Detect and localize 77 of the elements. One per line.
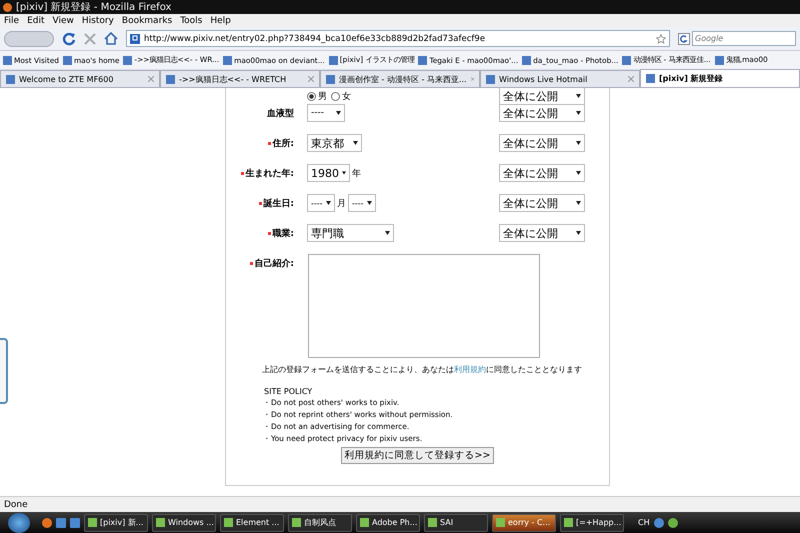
dropdown[interactable]: ---- (307, 194, 335, 212)
caret-icon (576, 94, 581, 98)
menu-item[interactable]: Tools (180, 16, 202, 26)
radio-option[interactable]: 女 (331, 90, 351, 102)
taskbar-button[interactable]: Adobe Ph... (356, 514, 420, 532)
field-label: 自己紹介: (254, 258, 294, 270)
caret-icon (326, 201, 331, 205)
browser-tab[interactable]: Welcome to ZTE MF600 (0, 70, 160, 87)
agreement-text: 上記の登録フォームを送信することにより、あなたは利用規約に同意したこととなります (262, 364, 583, 375)
browser-tab[interactable]: Windows Live Hotmail (480, 70, 640, 87)
home-icon[interactable] (104, 32, 118, 45)
menu-item[interactable]: Help (210, 16, 231, 26)
caret-icon (576, 171, 581, 175)
field-label: 職業: (272, 227, 294, 240)
field-label: 住所: (272, 138, 294, 150)
taskbar-button[interactable]: 自制风点 (288, 514, 352, 532)
field-label: 誕生日: (263, 197, 294, 210)
tray-icon[interactable] (668, 518, 678, 528)
submit-button[interactable]: 利用規約に同意して登録する>> (340, 447, 494, 464)
browser-tab[interactable]: 漫画创作室 - 动漫特区 - 马来西亚... (320, 70, 480, 87)
site-favicon-icon (130, 34, 140, 44)
visibility-dropdown[interactable]: 全体に公開 (499, 194, 585, 212)
dropdown[interactable]: 東京都 (307, 134, 362, 152)
taskbar-button[interactable]: Element ... (220, 514, 284, 532)
caret-icon (576, 201, 581, 205)
window-title: [pixiv] 新規登録 - Mozilla Firefox (16, 0, 172, 14)
policy-title: SITE POLICY (264, 387, 314, 396)
close-icon[interactable] (470, 76, 474, 82)
field-label: 生まれた年: (245, 167, 294, 180)
menu-item[interactable]: File (4, 16, 20, 26)
reload-icon[interactable] (62, 32, 76, 46)
taskbar-button[interactable]: Windows ... (152, 514, 216, 532)
visibility-dropdown[interactable]: 全体に公開 (499, 88, 585, 105)
visibility-dropdown[interactable]: 全体に公開 (499, 134, 585, 152)
stop-icon[interactable] (84, 32, 96, 44)
text-area[interactable] (308, 254, 540, 358)
star-icon[interactable] (656, 34, 666, 44)
browser-tab[interactable]: ->>疯猫日志<<- - WRETCH (160, 70, 320, 87)
tray-icon[interactable] (654, 518, 664, 528)
caret-icon (385, 231, 390, 235)
visibility-dropdown[interactable]: 全体に公開 (499, 104, 585, 122)
search-engine-icon[interactable] (678, 32, 690, 44)
caret-icon (353, 141, 358, 145)
caret-icon (576, 141, 581, 145)
field-label: 血液型 (267, 107, 294, 120)
caret-icon (336, 111, 341, 115)
caret-icon (367, 201, 372, 205)
menu-item[interactable]: Bookmarks (122, 16, 172, 26)
taskbar-button[interactable]: [pixiv] 新... (84, 514, 148, 532)
dropdown[interactable]: 専門職 (307, 224, 394, 242)
taskbar-button[interactable]: [=+Happ... (560, 514, 624, 532)
unit-label: 年 (352, 168, 361, 180)
dropdown[interactable]: ---- (307, 104, 345, 122)
caret-icon (342, 171, 346, 175)
taskbar-button[interactable]: eorry - C... (492, 514, 556, 532)
caret-icon (576, 231, 581, 235)
browser-tab[interactable]: [pixiv] 新規登録 (640, 69, 800, 87)
menu-item[interactable]: View (52, 16, 74, 26)
terms-link[interactable]: 利用規約 (454, 365, 486, 374)
close-icon[interactable] (148, 76, 154, 82)
menu-item[interactable]: History (82, 16, 114, 26)
taskbar-button[interactable]: SAI (424, 514, 488, 532)
dropdown[interactable]: 1980 (307, 164, 350, 182)
language-indicator[interactable]: CH (638, 518, 650, 527)
visibility-dropdown[interactable]: 全体に公開 (499, 164, 585, 182)
search-field[interactable]: Google (692, 31, 796, 46)
start-button[interactable] (8, 512, 30, 532)
address-field[interactable]: http://www.pixiv.net/entry02.php?738494_bca10ef6e33cb889d2b2fad73afecf9e (126, 30, 670, 47)
caret-icon (576, 111, 581, 115)
close-icon[interactable] (628, 76, 634, 82)
dropdown[interactable]: ---- (348, 194, 376, 212)
menu-item[interactable]: Edit (27, 16, 44, 26)
unit-label: 月 (337, 198, 346, 210)
close-icon[interactable] (308, 76, 314, 82)
radio-option[interactable]: 男 (307, 90, 327, 102)
status-text: Done (4, 500, 28, 510)
visibility-dropdown[interactable]: 全体に公開 (499, 224, 585, 242)
